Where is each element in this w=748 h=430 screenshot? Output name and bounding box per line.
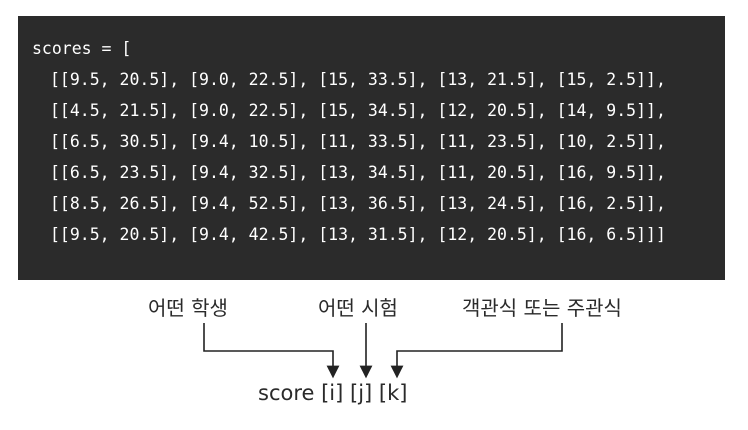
arrow-i — [203, 323, 340, 379]
index-expression: score [i] [j] [k] — [258, 381, 408, 405]
arrow-k — [390, 323, 563, 379]
arrow-diagram — [203, 323, 563, 379]
